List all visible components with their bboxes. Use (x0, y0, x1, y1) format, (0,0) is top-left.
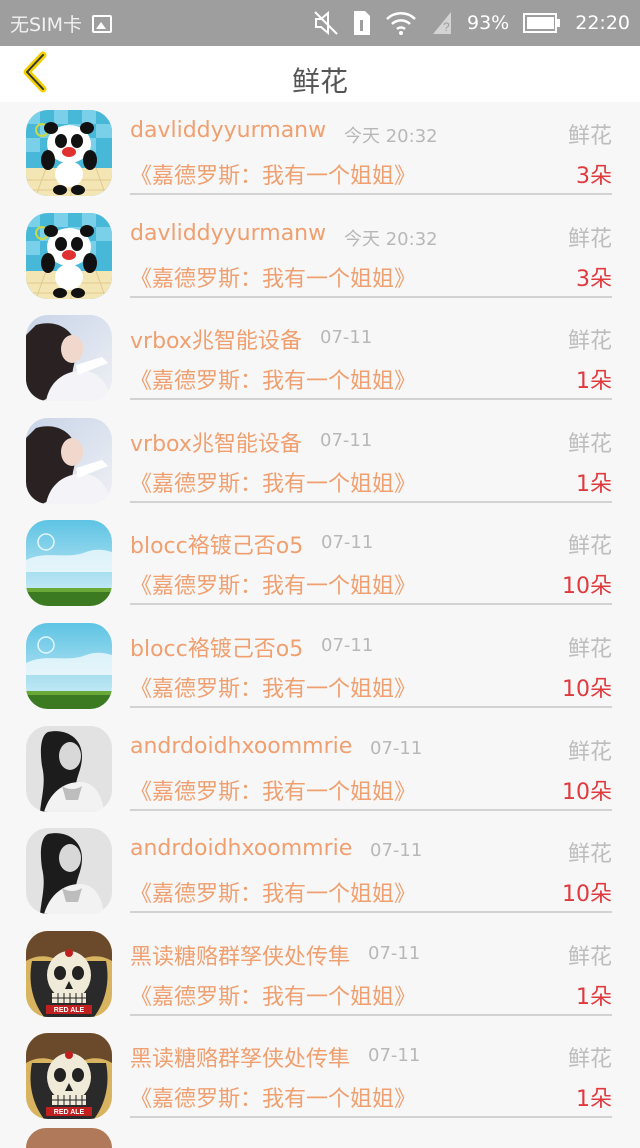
gift-list: davliddyyurmanw 今天 20:32 鲜花 《嘉德罗斯：我有一个姐姐… (0, 102, 640, 1128)
gift-type: 鲜花 (567, 226, 612, 252)
carrier-group: 无SIM卡 (10, 10, 113, 37)
gift-type: 鲜花 (567, 739, 612, 765)
gift-type: 鲜花 (567, 329, 612, 355)
avatar-skull[interactable]: RED ALE (26, 1033, 112, 1120)
list-item[interactable]: vrbox兆智能设备 07-11 鲜花 《嘉德罗斯：我有一个姐姐》 1朵 (0, 410, 640, 513)
avatar-panda[interactable] (26, 110, 112, 196)
book-title[interactable]: 《嘉德罗斯：我有一个姐姐》 (130, 568, 416, 600)
username: andrdoidhxoommrie (130, 836, 353, 862)
avatar-skull[interactable]: RED ALE (26, 930, 112, 1017)
gift-count: 10朵 (562, 882, 612, 908)
divider (130, 295, 612, 298)
battery-icon (523, 12, 561, 34)
username: davliddyyurmanw (130, 118, 327, 143)
username: vrbox兆智能设备 (130, 329, 302, 355)
book-title[interactable]: 《嘉德罗斯：我有一个姐姐》 (130, 671, 416, 703)
gift-count: 1朵 (576, 1087, 612, 1113)
timestamp: 07-11 (370, 840, 423, 862)
gift-count: 1朵 (576, 984, 612, 1010)
book-title[interactable]: 《嘉德罗斯：我有一个姐姐》 (130, 261, 416, 293)
svg-text:?: ? (443, 20, 450, 34)
username: andrdoidhxoommrie (130, 733, 353, 759)
list-item[interactable]: andrdoidhxoommrie 07-11 鲜花 《嘉德罗斯：我有一个姐姐》… (0, 820, 640, 923)
gift-type: 鲜花 (567, 1047, 612, 1073)
book-title[interactable]: 《嘉德罗斯：我有一个姐姐》 (130, 979, 416, 1011)
timestamp: 今天 20:32 (344, 228, 438, 250)
signal-icon: ? (431, 10, 453, 36)
timestamp: 今天 20:32 (344, 126, 438, 147)
list-item[interactable]: RED ALE 黑读糖赂群孥侠处传隼 07-11 鲜花 《嘉德罗斯：我有一个姐姐… (0, 1025, 640, 1128)
username: davliddyyurmanw (130, 220, 327, 246)
timestamp: 07-11 (368, 942, 421, 964)
gift-count: 10朵 (562, 779, 612, 805)
book-title[interactable]: 《嘉德罗斯：我有一个姐姐》 (130, 363, 416, 395)
gift-count: 1朵 (576, 471, 612, 497)
avatar-girl-color[interactable] (26, 417, 112, 504)
avatar-sky[interactable] (26, 520, 112, 607)
list-item[interactable]: davliddyyurmanw 今天 20:32 鲜花 《嘉德罗斯：我有一个姐姐… (0, 205, 640, 308)
divider (130, 603, 612, 606)
status-bar: 无SIM卡 ? 93% 22:20 (0, 0, 640, 46)
list-item[interactable]: davliddyyurmanw 今天 20:32 鲜花 《嘉德罗斯：我有一个姐姐… (0, 102, 640, 205)
gift-type: 鲜花 (567, 431, 612, 457)
timestamp: 07-11 (320, 327, 373, 349)
clock: 22:20 (575, 12, 630, 34)
timestamp: 07-11 (370, 737, 423, 759)
page-title: 鲜花 (291, 65, 348, 98)
avatar-girl-color[interactable] (26, 315, 112, 402)
list-item[interactable]: vrbox兆智能设备 07-11 鲜花 《嘉德罗斯：我有一个姐姐》 1朵 (0, 307, 640, 410)
divider (130, 1013, 612, 1016)
book-title[interactable]: 《嘉德罗斯：我有一个姐姐》 (130, 774, 416, 806)
username: vrbox兆智能设备 (130, 431, 302, 457)
battery-percent: 93% (467, 12, 510, 34)
book-title[interactable]: 《嘉德罗斯：我有一个姐姐》 (130, 158, 416, 190)
wifi-icon (385, 10, 417, 36)
gift-count: 10朵 (562, 574, 612, 600)
avatar-panda[interactable] (26, 212, 112, 299)
gift-count: 1朵 (576, 369, 612, 395)
image-notification-icon (92, 14, 113, 33)
timestamp: 07-11 (320, 429, 373, 451)
divider (130, 808, 612, 811)
gift-count: 10朵 (562, 676, 612, 702)
list-item[interactable]: blocc袼镀己否o5 07-11 鲜花 《嘉德罗斯：我有一个姐姐》 10朵 (0, 615, 640, 718)
svg-text:RED ALE: RED ALE (54, 1109, 85, 1116)
svg-text:RED ALE: RED ALE (54, 1007, 85, 1014)
gift-type: 鲜花 (567, 124, 612, 149)
book-title[interactable]: 《嘉德罗斯：我有一个姐姐》 (130, 1081, 416, 1113)
list-item[interactable]: andrdoidhxoommrie 07-11 鲜花 《嘉德罗斯：我有一个姐姐》… (0, 718, 640, 821)
book-title[interactable]: 《嘉德罗斯：我有一个姐姐》 (130, 876, 416, 908)
avatar-partial (26, 1128, 112, 1148)
carrier-label: 无SIM卡 (10, 14, 83, 36)
gift-count: 3朵 (576, 266, 612, 292)
username: blocc袼镀己否o5 (130, 636, 304, 662)
timestamp: 07-11 (368, 1045, 421, 1067)
gift-type: 鲜花 (567, 636, 612, 662)
gift-type: 鲜花 (567, 944, 612, 970)
divider (130, 193, 612, 195)
avatar-girl-bw[interactable] (26, 828, 112, 915)
gift-type: 鲜花 (567, 534, 612, 560)
gift-count: 3朵 (576, 164, 612, 189)
book-title[interactable]: 《嘉德罗斯：我有一个姐姐》 (130, 466, 416, 498)
timestamp: 07-11 (321, 532, 374, 554)
avatar-girl-bw[interactable] (26, 725, 112, 812)
gift-type: 鲜花 (567, 842, 612, 868)
divider (130, 398, 612, 401)
list-item[interactable]: blocc袼镀己否o5 07-11 鲜花 《嘉德罗斯：我有一个姐姐》 10朵 (0, 512, 640, 615)
list-item[interactable]: RED ALE 黑读糖赂群孥侠处传隼 07-11 鲜花 《嘉德罗斯：我有一个姐姐… (0, 923, 640, 1026)
username: 黑读糖赂群孥侠处传隼 (130, 944, 351, 970)
divider (130, 500, 612, 503)
username: blocc袼镀己否o5 (130, 534, 304, 560)
divider (130, 1116, 612, 1119)
avatar-sky[interactable] (26, 622, 112, 709)
username: 黑读糖赂群孥侠处传隼 (130, 1047, 351, 1073)
divider (130, 705, 612, 708)
status-icons: ? 93% 22:20 (313, 8, 630, 38)
divider (130, 911, 612, 914)
mute-icon (313, 9, 339, 37)
timestamp: 07-11 (321, 634, 374, 656)
nav-bar: 鲜花 (0, 46, 640, 102)
sim-icon (353, 10, 371, 36)
